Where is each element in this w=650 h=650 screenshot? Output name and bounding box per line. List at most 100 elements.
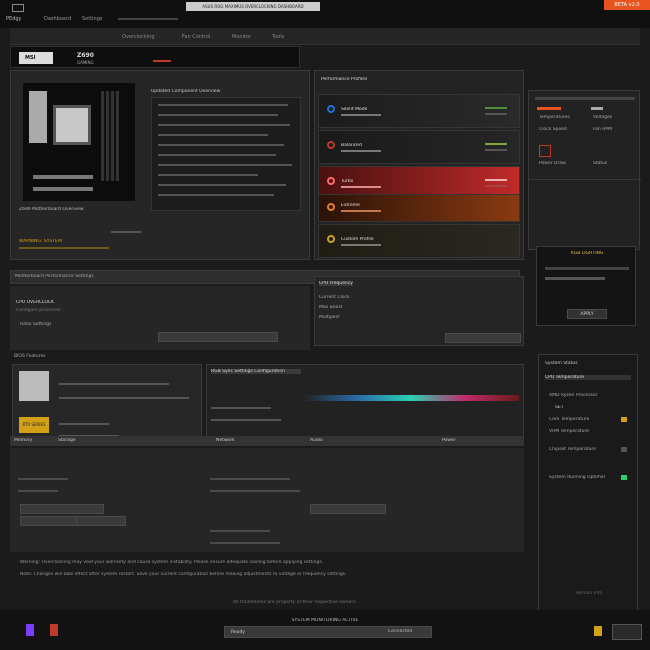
- bottom-tab-storage[interactable]: Storage: [58, 438, 118, 443]
- rgb-panel: RGB Sync Settings Configuration: [206, 364, 524, 442]
- sensor-item[interactable]: Clock Speed: [539, 127, 567, 132]
- setting-line: [210, 542, 280, 544]
- profile-level: [485, 113, 507, 115]
- status-item[interactable]: VRM Temperature: [549, 429, 589, 434]
- sensor-sep: [529, 179, 641, 180]
- tab-settings[interactable]: Settings: [82, 16, 103, 22]
- spec-row: [158, 164, 292, 166]
- nav-item-fan-control[interactable]: Fan Control: [182, 34, 210, 40]
- bottom-status-bar: SYSTEM MONITORING ACTIVE Ready Connected: [0, 610, 650, 650]
- nav-item-overclocking[interactable]: Overclocking: [122, 34, 155, 40]
- status-item[interactable]: Chipset Temperature: [549, 447, 596, 452]
- sensor-item[interactable]: Power Draw: [539, 161, 566, 166]
- status-indicator: [621, 417, 627, 422]
- profile-card-silent[interactable]: Silent Mode: [318, 94, 520, 128]
- sensor-item[interactable]: Status: [593, 161, 607, 166]
- star-icon: [327, 235, 335, 243]
- sensor-item[interactable]: Temperatures: [539, 115, 570, 120]
- processor-subtitle: AMD Ryzen Processor: [549, 393, 598, 398]
- window-title: ASUS ROG MAXIMUS OVERCLOCKING DASHBOARD: [186, 2, 320, 11]
- tab-dashboard[interactable]: Dashboard: [44, 16, 71, 22]
- nav-item-monitor[interactable]: Monitor: [232, 34, 251, 40]
- bottom-tab-power[interactable]: Power: [442, 438, 502, 443]
- setting-field[interactable]: [76, 516, 126, 526]
- logo-icon-left: [26, 624, 34, 636]
- profile-bar: [341, 114, 381, 116]
- profiles-heading: Performance Profiles: [321, 77, 368, 82]
- section2-label: BIOS Features: [14, 354, 46, 359]
- setting-field[interactable]: [20, 504, 104, 514]
- status-item[interactable]: Core Temperature: [549, 417, 589, 422]
- setting-line: [18, 490, 58, 492]
- profile-level: [485, 185, 507, 187]
- spec-row: [158, 124, 290, 126]
- status-indicator: [621, 475, 627, 480]
- overclock-section: CPU OVERCLOCK Configure processor Ratio …: [10, 286, 310, 350]
- profile-card-custom[interactable]: Custom Profile: [318, 224, 520, 258]
- nav-item-tools[interactable]: Tools: [272, 34, 284, 40]
- profile-name: Silent Mode: [341, 107, 368, 112]
- spec-row: [158, 194, 274, 196]
- brand-badge-right: [612, 624, 642, 640]
- overclock-heading: CPU OVERCLOCK: [16, 300, 54, 305]
- bottom-tab-audio[interactable]: Audio: [310, 438, 370, 443]
- sensor-item[interactable]: Fan RPM: [593, 127, 612, 132]
- gauge-icon: [327, 141, 335, 149]
- beta-tag[interactable]: BETA v2.0: [604, 0, 650, 10]
- setting-line: [210, 530, 270, 532]
- footer-line-1: Warning: Overclocking may void your warr…: [20, 560, 324, 565]
- sensor-item[interactable]: Voltages: [593, 115, 612, 120]
- bottom-tab-memory[interactable]: Memory: [14, 438, 50, 443]
- stats-panel: CPU Frequency Monitor Current Clock Max …: [314, 276, 524, 346]
- setting-field[interactable]: [20, 516, 78, 526]
- spec-row: [158, 114, 278, 116]
- setting-field[interactable]: [310, 504, 386, 514]
- brand-banner: MSI Z690 GAMING: [10, 46, 300, 68]
- bottom-tab-network[interactable]: Network: [216, 438, 256, 443]
- spec-row: [158, 154, 276, 156]
- spec-row: [158, 184, 286, 186]
- progress-dots: [111, 231, 141, 233]
- bolt-icon: [327, 177, 335, 185]
- setting-line: [210, 490, 300, 492]
- motherboard-image: [23, 83, 135, 201]
- overview-heading: Updated Component Overview: [151, 89, 221, 94]
- pcie-slot: [33, 175, 93, 179]
- profile-card-balanced[interactable]: Balanced: [318, 130, 520, 164]
- spec-row: [158, 144, 284, 146]
- logo-icon-left-2: [50, 624, 58, 636]
- stats-input[interactable]: [445, 333, 521, 343]
- profile-level: [485, 179, 507, 181]
- status-indicator: [621, 447, 627, 452]
- spec-row: [158, 104, 288, 106]
- profile-bar: [341, 244, 381, 246]
- rgb-status-box: RGB LIGHTING APPLY: [536, 246, 636, 326]
- status-right: Connected: [388, 629, 413, 634]
- brand-label: MSI: [25, 55, 36, 61]
- rgb-title: RGB Sync Settings Configuration: [211, 369, 301, 374]
- flame-icon: [327, 203, 335, 211]
- profile-name: Turbo: [341, 179, 354, 184]
- sensor-panel: Temperatures Voltages Clock Speed Fan RP…: [528, 90, 641, 250]
- sensor-badge: [537, 107, 561, 110]
- sensor-header-bar: [535, 97, 635, 100]
- rgb-gradient-slider[interactable]: [303, 395, 519, 401]
- setting-line: [210, 478, 290, 480]
- bottom-tabs: Memory Storage Network Audio Power: [10, 436, 524, 446]
- profile-card-extreme[interactable]: Extreme: [318, 194, 520, 222]
- stats-row: Multiplier: [319, 315, 340, 320]
- board-caption: Z690 Motherboard Overview: [19, 207, 84, 212]
- apply-button[interactable]: APPLY: [567, 309, 607, 319]
- ratio-dropdown[interactable]: [158, 332, 278, 342]
- model-sub-label: GAMING: [77, 60, 94, 65]
- tab-divider: [118, 18, 178, 20]
- top-nav: Overclocking Fan Control Monitor Tools: [10, 28, 640, 45]
- rgb-line: [211, 407, 271, 409]
- app-label: PEdgy: [6, 16, 22, 22]
- heatsink: [29, 91, 47, 143]
- profile-name: Custom Profile: [341, 237, 374, 242]
- cpu-temp-badge: CPU Temperature: [545, 375, 631, 380]
- version-label: Version Info: [575, 591, 603, 596]
- title-bar: PEdgy Dashboard Settings ASUS ROG MAXIMU…: [0, 0, 650, 28]
- warning-line: [19, 247, 109, 249]
